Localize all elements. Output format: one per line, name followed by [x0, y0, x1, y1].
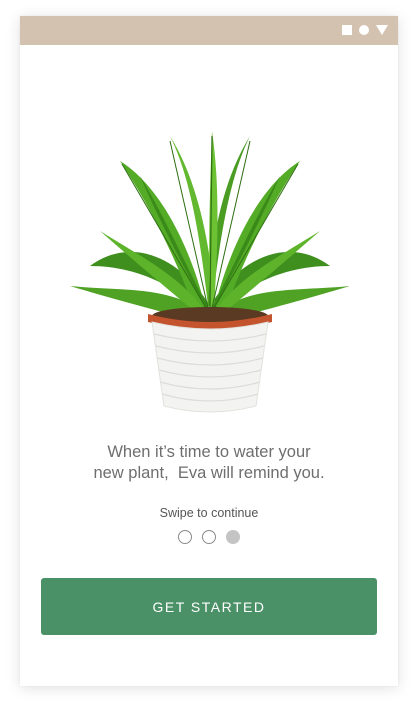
status-icons	[342, 25, 388, 35]
triangle-icon	[376, 25, 388, 35]
circle-icon	[359, 25, 369, 35]
page-dot-1[interactable]	[178, 530, 192, 544]
app-screen: When it’s time to water your new plant, …	[20, 16, 398, 686]
fern-leaves	[70, 131, 350, 321]
get-started-button[interactable]: GET STARTED	[41, 578, 377, 635]
square-icon	[342, 25, 352, 35]
page-dot-3-active[interactable]	[226, 530, 240, 544]
plant-illustration	[70, 131, 350, 413]
pot	[152, 322, 268, 412]
onboarding-message: When it’s time to water your new plant, …	[20, 442, 398, 484]
message-line-1: When it’s time to water your	[107, 443, 311, 461]
status-bar	[20, 16, 398, 45]
message-line-2: new plant, Eva will remind you.	[93, 464, 325, 482]
page-indicator[interactable]	[20, 530, 398, 544]
page-dot-2[interactable]	[202, 530, 216, 544]
swipe-hint: Swipe to continue	[159, 506, 259, 520]
